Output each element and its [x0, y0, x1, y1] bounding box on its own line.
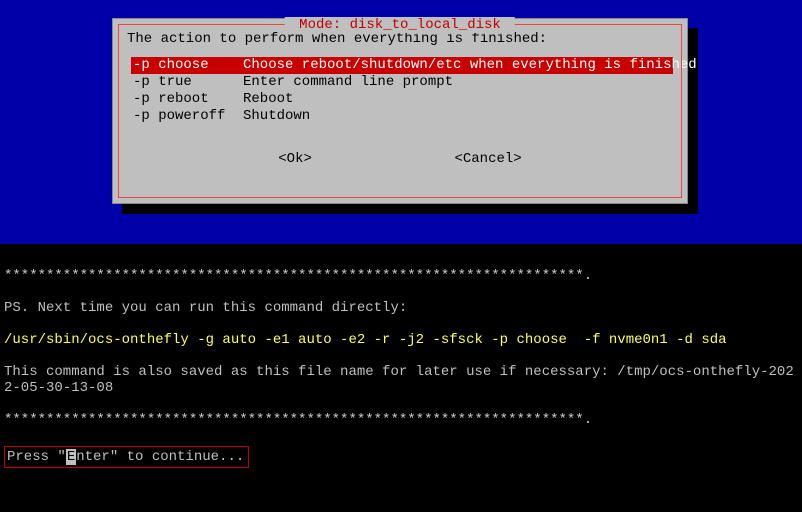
dialog-prompt: The action to perform when everything is… [127, 31, 673, 47]
option-reboot[interactable]: -p reboot Reboot [133, 91, 673, 108]
option-desc: Reboot [243, 91, 293, 108]
separator-top: ****************************************… [4, 268, 798, 284]
cancel-button[interactable]: <Cancel> [454, 151, 521, 167]
press-enter-prompt[interactable]: Press "Enter" to continue... [4, 446, 249, 468]
option-list: -p choose Choose reboot/shutdown/etc whe… [133, 57, 673, 125]
command-line: /usr/sbin/ocs-onthefly -g auto -e1 auto … [4, 332, 798, 348]
dialog-buttons: <Ok> <Cancel> [127, 151, 673, 167]
cursor: E [66, 449, 76, 465]
ps-line: PS. Next time you can run this command d… [4, 300, 798, 316]
option-key: -p poweroff [133, 108, 243, 125]
option-desc: Enter command line prompt [243, 74, 453, 91]
option-desc: Choose reboot/shutdown/etc when everythi… [243, 57, 697, 74]
separator-bottom: ****************************************… [4, 412, 798, 428]
option-choose[interactable]: -p choose Choose reboot/shutdown/etc whe… [131, 57, 673, 74]
option-true[interactable]: -p true Enter command line prompt [133, 74, 673, 91]
saved-line: This command is also saved as this file … [4, 364, 798, 396]
terminal-output: ****************************************… [0, 244, 802, 512]
dialog-title: Mode: disk_to_local_disk [285, 17, 515, 33]
option-desc: Shutdown [243, 108, 310, 125]
dialog: Mode: disk_to_local_disk The action to p… [112, 18, 688, 204]
ok-button[interactable]: <Ok> [278, 151, 312, 167]
press-post: nter" to continue... [76, 449, 244, 465]
press-pre: Press " [7, 449, 66, 465]
option-key: -p true [133, 74, 243, 91]
option-key: -p reboot [133, 91, 243, 108]
option-key: -p choose [133, 57, 243, 74]
dialog-body: The action to perform when everything is… [113, 19, 687, 167]
dialog-background: Mode: disk_to_local_disk The action to p… [0, 0, 802, 244]
option-poweroff[interactable]: -p poweroff Shutdown [133, 108, 673, 125]
